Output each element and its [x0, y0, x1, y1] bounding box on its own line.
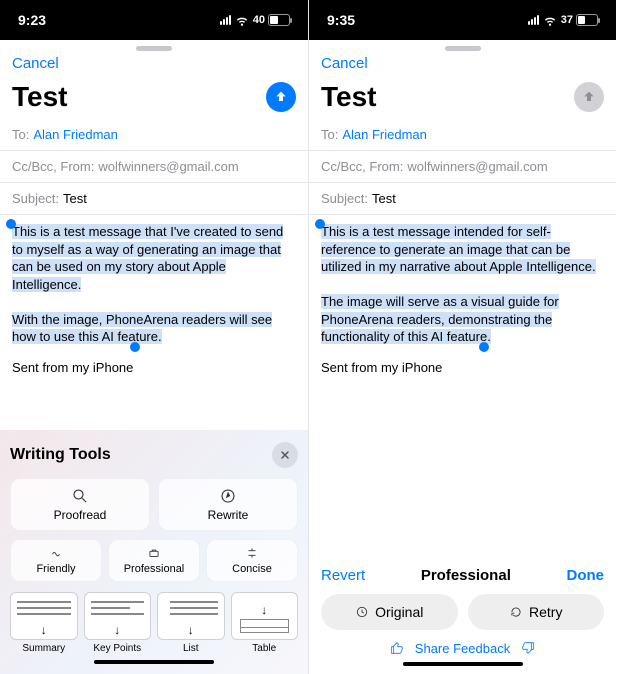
keypoints-label: Key Points — [84, 643, 152, 654]
selection-handle-start[interactable] — [315, 219, 325, 229]
friendly-button[interactable]: Friendly — [10, 539, 102, 582]
signature: Sent from my iPhone — [0, 354, 308, 381]
subject-field[interactable]: Subject: Test — [309, 183, 616, 215]
wifi-icon — [235, 13, 249, 27]
compress-icon — [245, 546, 259, 560]
retry-button[interactable]: Retry — [468, 594, 605, 630]
table-label: Table — [231, 643, 299, 654]
selection-handle-end[interactable] — [479, 342, 489, 352]
selection-handle-start[interactable] — [6, 219, 16, 229]
selected-text-p2: The image will serve as a visual guide f… — [321, 294, 559, 344]
subject-field[interactable]: Subject: Test — [0, 183, 308, 215]
to-label: To: — [12, 127, 29, 142]
cellular-icon — [528, 15, 539, 25]
to-recipient[interactable]: Alan Friedman — [33, 127, 118, 142]
compose-title: Test — [12, 81, 68, 113]
thumbs-up-icon[interactable] — [389, 640, 405, 656]
battery-indicator: 40 — [253, 14, 290, 26]
retry-label: Retry — [529, 604, 562, 620]
subject-label: Subject: — [12, 191, 59, 206]
cancel-button[interactable]: Cancel — [12, 55, 59, 72]
arrow-up-icon — [581, 89, 597, 105]
subject-value: Test — [63, 191, 87, 206]
battery-pct: 40 — [253, 14, 265, 26]
cellular-icon — [220, 15, 231, 25]
send-button[interactable] — [574, 82, 604, 112]
to-label: To: — [321, 127, 338, 142]
compose-body[interactable]: This is a test message intended for self… — [309, 215, 616, 354]
battery-indicator: 37 — [561, 14, 598, 26]
wave-icon — [49, 546, 63, 560]
summary-button[interactable]: ↓ Summary — [10, 592, 78, 654]
professional-button[interactable]: Professional — [108, 539, 200, 582]
proofread-button[interactable]: Proofread — [10, 478, 150, 531]
phone-right: 9:35 37 Cancel Test To: Alan Friedman Cc — [308, 0, 616, 674]
cc-from-label: Cc/Bcc, From: — [12, 159, 94, 174]
selected-text-p2: With the image, PhoneArena readers will … — [12, 312, 272, 345]
home-indicator[interactable] — [403, 662, 523, 666]
subject-label: Subject: — [321, 191, 368, 206]
to-field[interactable]: To: Alan Friedman — [0, 119, 308, 151]
to-recipient[interactable]: Alan Friedman — [342, 127, 427, 142]
compose-body[interactable]: This is a test message that I've created… — [0, 215, 308, 354]
cc-from-label: Cc/Bcc, From: — [321, 159, 403, 174]
concise-label: Concise — [209, 563, 295, 575]
list-button[interactable]: ↓ List — [157, 592, 225, 654]
status-time: 9:23 — [18, 12, 46, 28]
status-right: 40 — [220, 13, 290, 27]
concise-button[interactable]: Concise — [206, 539, 298, 582]
rewrite-button[interactable]: Rewrite — [158, 478, 298, 531]
list-label: List — [157, 643, 225, 654]
arrow-up-icon — [273, 89, 289, 105]
compass-icon — [219, 487, 237, 505]
cancel-button[interactable]: Cancel — [321, 55, 368, 72]
share-feedback-button[interactable]: Share Feedback — [415, 641, 510, 656]
to-field[interactable]: To: Alan Friedman — [309, 119, 616, 151]
status-bar: 9:35 37 — [309, 0, 616, 40]
close-icon — [279, 449, 291, 461]
selected-text-p1: This is a test message intended for self… — [321, 224, 596, 274]
rewrite-label: Rewrite — [208, 508, 249, 522]
done-button[interactable]: Done — [567, 567, 605, 584]
writing-tools-title: Writing Tools — [10, 446, 111, 464]
compose-title: Test — [321, 81, 377, 113]
send-button[interactable] — [266, 82, 296, 112]
writing-tools-panel: Writing Tools Proofread Rewrite Fri — [0, 430, 308, 674]
subject-value: Test — [372, 191, 396, 206]
status-time: 9:35 — [327, 12, 355, 28]
phone-left: 9:23 40 Cancel Test To: Alan Friedman Cc — [0, 0, 308, 674]
review-panel: Revert Professional Done Original Retry … — [309, 559, 616, 674]
original-label: Original — [375, 604, 423, 620]
wifi-icon — [543, 13, 557, 27]
original-button[interactable]: Original — [321, 594, 458, 630]
magnifier-icon — [71, 487, 89, 505]
clock-icon — [355, 605, 369, 619]
battery-pct: 37 — [561, 14, 573, 26]
from-email: wolfwinners@gmail.com — [407, 159, 547, 174]
status-right: 37 — [528, 13, 598, 27]
close-button[interactable] — [272, 442, 298, 468]
revert-button[interactable]: Revert — [321, 567, 365, 584]
home-indicator[interactable] — [94, 660, 214, 664]
professional-label: Professional — [111, 563, 197, 575]
summary-label: Summary — [10, 643, 78, 654]
status-bar: 9:23 40 — [0, 0, 308, 40]
from-email: wolfwinners@gmail.com — [98, 159, 238, 174]
selection-handle-end[interactable] — [130, 342, 140, 352]
keypoints-button[interactable]: ↓ Key Points — [84, 592, 152, 654]
selected-text-p1: This is a test message that I've created… — [12, 224, 283, 292]
retry-icon — [509, 605, 523, 619]
signature: Sent from my iPhone — [309, 354, 616, 381]
thumbs-down-icon[interactable] — [520, 640, 536, 656]
briefcase-icon — [147, 546, 161, 560]
friendly-label: Friendly — [13, 563, 99, 575]
review-mode: Professional — [421, 567, 511, 584]
cc-from-field[interactable]: Cc/Bcc, From: wolfwinners@gmail.com — [0, 151, 308, 183]
proofread-label: Proofread — [54, 508, 107, 522]
table-button[interactable]: ↓ Table — [231, 592, 299, 654]
cc-from-field[interactable]: Cc/Bcc, From: wolfwinners@gmail.com — [309, 151, 616, 183]
